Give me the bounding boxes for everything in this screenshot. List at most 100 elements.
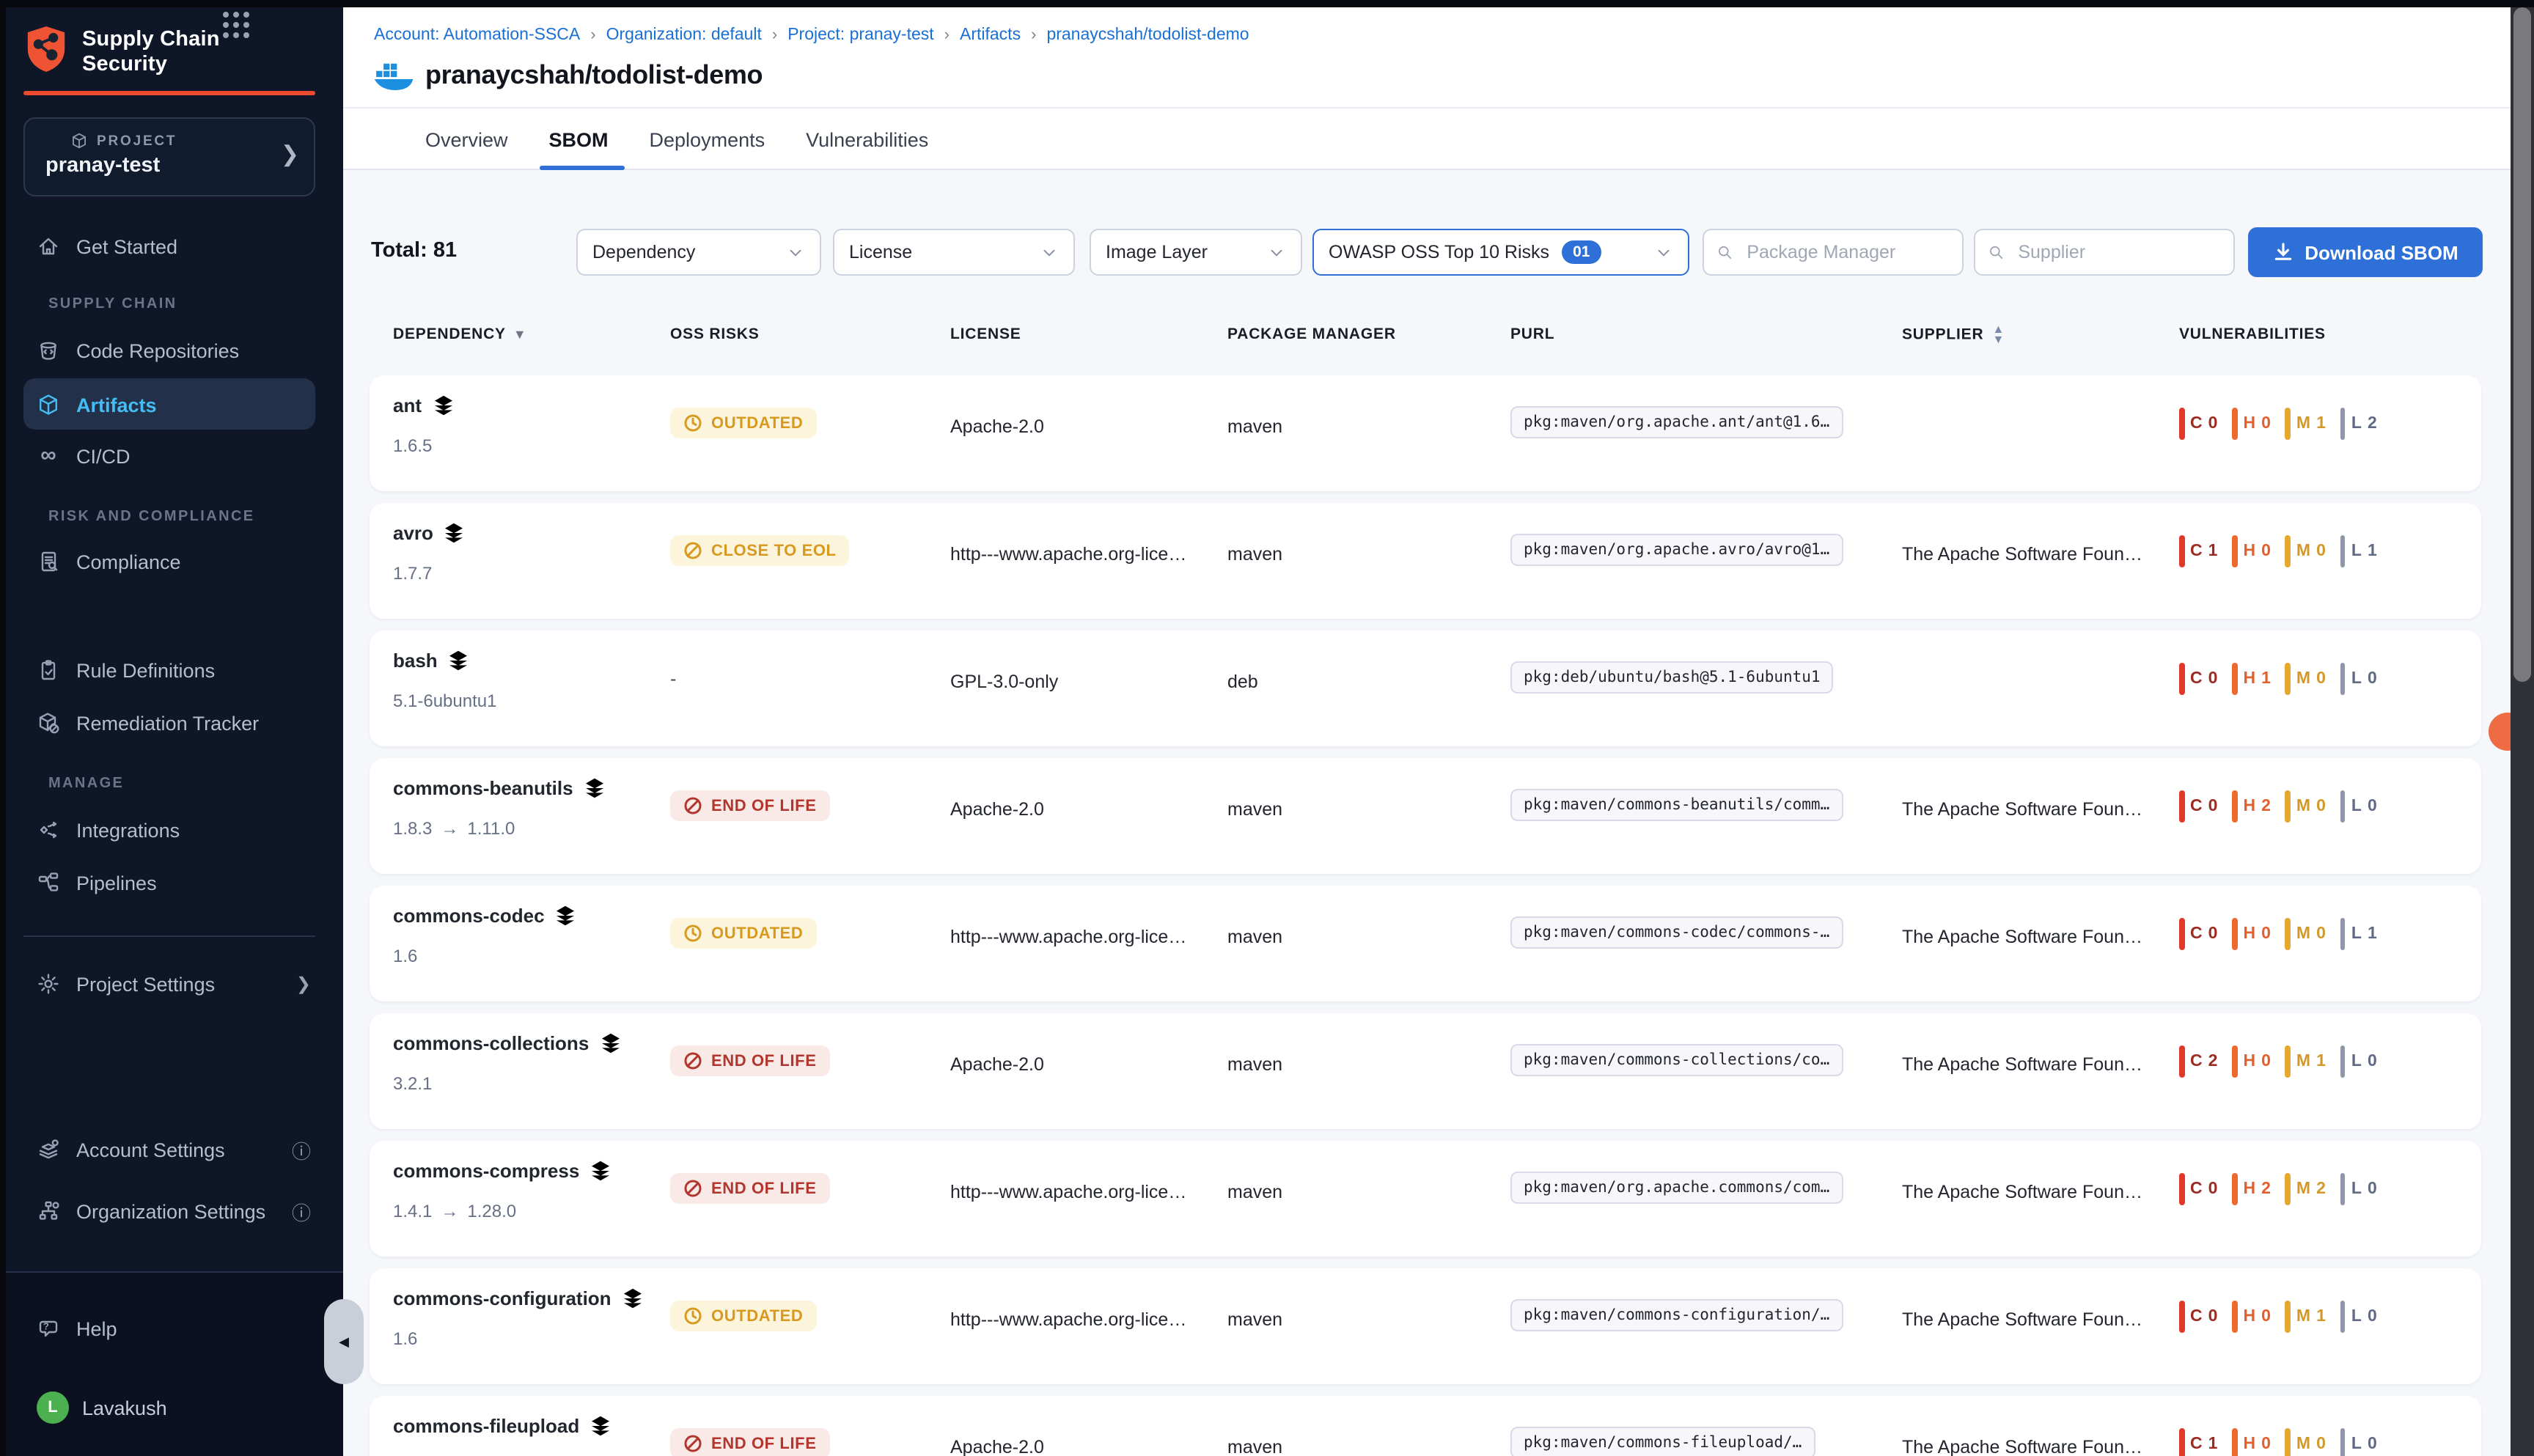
filter-image-layer[interactable]: Image Layer — [1090, 229, 1302, 276]
table-row[interactable]: commons-compress 1.4.1 → 1.28.0 END OF L… — [370, 1141, 2481, 1257]
package-manager-value: maven — [1227, 1437, 1282, 1456]
purl-value[interactable]: pkg:maven/org.apache.commons/com… — [1510, 1172, 1843, 1204]
breadcrumb-link[interactable]: pranaycshah/todolist-demo — [1046, 26, 1249, 44]
dependency-name: bash — [393, 650, 470, 672]
tab-sbom[interactable]: SBOM — [546, 128, 612, 150]
table-row[interactable]: avro 1.7.7 CLOSE TO EOL http---www.apach… — [370, 503, 2481, 619]
docker-whale-icon — [374, 60, 414, 91]
dependency-version: 1.8.3 → 1.11.0 — [393, 818, 515, 839]
sidebar-item-cicd[interactable]: ∞ CI/CD — [0, 434, 343, 478]
avatar: L — [37, 1391, 69, 1424]
supplier-input[interactable] — [2015, 240, 2220, 264]
breadcrumb-link[interactable]: Project: pranay-test — [787, 26, 933, 44]
sidebar-item-remediation-tracker[interactable]: Remediation Tracker — [0, 701, 343, 745]
high-count: H1 — [2232, 663, 2270, 695]
col-header-purl: PURL — [1510, 326, 1554, 343]
purl-value[interactable]: pkg:maven/commons-beanutils/comm… — [1510, 789, 1843, 821]
license-value: http---www.apache.org-lice… — [950, 927, 1186, 947]
license-value: http---www.apache.org-lice… — [950, 1182, 1186, 1202]
high-count: H2 — [2232, 790, 2270, 823]
tab-bar: Overview SBOM Deployments Vulnerabilitie… — [422, 109, 931, 170]
scrollbar-track[interactable] — [2511, 0, 2534, 1456]
dependency-name: commons-codec — [393, 905, 577, 927]
package-manager-value: maven — [1227, 416, 1282, 437]
ban-icon — [683, 1179, 702, 1198]
medium-count: M1 — [2285, 408, 2326, 440]
breadcrumb-link[interactable]: Account: Automation-SSCA — [374, 26, 580, 44]
sort-desc-icon: ▼ — [513, 327, 527, 342]
tab-vulnerabilities[interactable]: Vulnerabilities — [803, 128, 931, 150]
sidebar-collapse-handle[interactable]: ◀ — [324, 1299, 364, 1384]
supplier-value: The Apache Software Foun… — [1902, 1309, 2142, 1330]
sidebar-item-organization-settings[interactable]: Organization Settings ⓘ — [0, 1189, 343, 1233]
sidebar-item-code-repositories[interactable]: Code Repositories — [0, 328, 343, 372]
table-row[interactable]: commons-beanutils 1.8.3 → 1.11.0 END OF … — [370, 758, 2481, 874]
sidebar-item-compliance[interactable]: Compliance — [0, 540, 343, 584]
breadcrumb-link[interactable]: Artifacts — [960, 26, 1021, 44]
purl-value[interactable]: pkg:maven/commons-fileupload/… — [1510, 1427, 1815, 1456]
critical-count: C0 — [2179, 918, 2217, 950]
scrollbar-thumb[interactable] — [2513, 7, 2531, 682]
filter-owasp-risks[interactable]: OWASP OSS Top 10 Risks 01 — [1312, 229, 1689, 276]
filter-dependency[interactable]: Dependency — [576, 229, 821, 276]
package-manager-input[interactable] — [1744, 240, 1949, 264]
upgrade-arrow-icon: → — [441, 1201, 458, 1221]
user-menu[interactable]: L Lavakush — [0, 1386, 343, 1430]
info-icon[interactable]: ⓘ — [292, 1136, 311, 1163]
layers-icon — [432, 394, 454, 416]
table-row[interactable]: commons-collections 3.2.1 END OF LIFE Ap… — [370, 1013, 2481, 1129]
critical-count: C1 — [2179, 535, 2217, 567]
purl-value[interactable]: pkg:maven/org.apache.ant/ant@1.6… — [1510, 406, 1843, 438]
vulnerability-counts: C0 H1 M0 L0 — [2179, 663, 2377, 695]
purl-value[interactable]: pkg:maven/commons-codec/commons-… — [1510, 916, 1843, 949]
low-count: L0 — [2340, 1428, 2377, 1456]
table-row[interactable]: bash 5.1-6ubuntu1 - GPL-3.0-only deb pkg… — [370, 630, 2481, 746]
critical-count: C0 — [2179, 790, 2217, 823]
critical-count: C0 — [2179, 1173, 2217, 1205]
purl-value[interactable]: pkg:deb/ubuntu/bash@5.1-6ubuntu1 — [1510, 661, 1834, 694]
window-edge-top — [0, 0, 2534, 7]
layers-icon — [590, 1415, 612, 1437]
sidebar-item-account-settings[interactable]: Account Settings ⓘ — [0, 1128, 343, 1172]
filter-license[interactable]: License — [833, 229, 1075, 276]
purl-value[interactable]: pkg:maven/org.apache.avro/avro@1… — [1510, 534, 1843, 566]
module-switcher-icon[interactable] — [223, 12, 249, 38]
table-row[interactable]: ant 1.6.5 OUTDATED Apache-2.0 maven pkg:… — [370, 375, 2481, 491]
sidebar-item-help[interactable]: Help — [0, 1306, 343, 1350]
breadcrumb-link[interactable]: Organization: default — [606, 26, 762, 44]
table-row[interactable]: commons-configuration 1.6 OUTDATED http-… — [370, 1268, 2481, 1384]
oss-risk-badge: END OF LIFE — [670, 790, 830, 821]
sidebar-item-project-settings[interactable]: Project Settings ❯ — [0, 962, 343, 1006]
low-count: L0 — [2340, 1301, 2377, 1333]
filter-count-badge: 01 — [1561, 240, 1601, 264]
critical-count: C1 — [2179, 1428, 2217, 1456]
artifact-cube-icon — [37, 393, 60, 416]
project-switcher[interactable]: PROJECT pranay-test ❯ — [23, 117, 315, 196]
low-count: L0 — [2340, 663, 2377, 695]
download-sbom-button[interactable]: Download SBOM — [2248, 227, 2483, 277]
purl-value[interactable]: pkg:maven/commons-configuration/… — [1510, 1299, 1843, 1331]
col-header-dependency[interactable]: DEPENDENCY▼ — [393, 326, 527, 343]
sidebar-item-artifacts[interactable]: Artifacts — [0, 383, 343, 427]
col-header-supplier[interactable]: SUPPLIER▲▼ — [1902, 326, 2005, 345]
chevron-right-icon: ❯ — [281, 141, 299, 167]
layers-icon — [444, 522, 466, 544]
sidebar-item-get-started[interactable]: Get Started — [0, 224, 343, 268]
tab-overview[interactable]: Overview — [422, 128, 511, 150]
vulnerability-counts: C0 H0 M0 L1 — [2179, 918, 2377, 950]
sidebar-item-rule-definitions[interactable]: Rule Definitions — [0, 648, 343, 692]
brand: Supply ChainSecurity — [23, 28, 315, 78]
info-icon[interactable]: ⓘ — [292, 1197, 311, 1225]
tab-deployments[interactable]: Deployments — [647, 128, 768, 150]
sidebar: Supply ChainSecurity PROJECT pranay-test… — [0, 0, 343, 1456]
table-row[interactable]: commons-fileupload END OF LIFE Apache-2.… — [370, 1396, 2481, 1456]
sidebar-item-pipelines[interactable]: Pipelines — [0, 861, 343, 905]
vulnerability-counts: C0 H0 M1 L2 — [2179, 408, 2377, 440]
purl-value[interactable]: pkg:maven/commons-collections/co… — [1510, 1044, 1843, 1076]
table-row[interactable]: commons-codec 1.6 OUTDATED http---www.ap… — [370, 886, 2481, 1001]
medium-count: M1 — [2285, 1301, 2326, 1333]
sidebar-item-integrations[interactable]: Integrations — [0, 808, 343, 852]
supplier-value: The Apache Software Foun… — [1902, 1054, 2142, 1075]
dependency-version: 5.1-6ubuntu1 — [393, 691, 496, 711]
app-window: Supply ChainSecurity PROJECT pranay-test… — [0, 0, 2534, 1456]
